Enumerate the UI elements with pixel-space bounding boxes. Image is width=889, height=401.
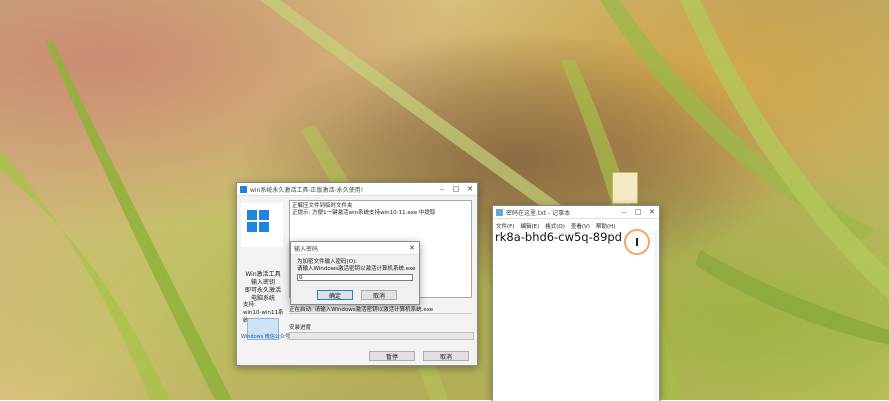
- install-progress-bar: [289, 332, 474, 340]
- log-line: 正解压文件到临时文件夹: [292, 203, 353, 209]
- menu-edit[interactable]: 编辑(E): [520, 222, 539, 230]
- windows-logo-icon: [241, 203, 283, 247]
- pause-button[interactable]: 暂停: [369, 351, 415, 361]
- close-icon[interactable]: ✕: [405, 242, 419, 254]
- progress-label: 安装进度: [289, 325, 312, 331]
- divider: [289, 313, 472, 314]
- close-icon[interactable]: ✕: [463, 183, 477, 195]
- desc-line2: 输入密钥: [250, 279, 275, 286]
- close-icon[interactable]: ✕: [645, 206, 659, 218]
- menu-help[interactable]: 帮助(H): [596, 222, 615, 230]
- desc-line1: Win激活工具: [245, 271, 281, 278]
- status-text: 正在启动: 请输入Windows激活密钥以激活计算机系统.exe: [289, 307, 434, 313]
- password-dialog: 输入密码 ✕ 为加密文件输入密码(O): 请输入Windows激活密钥以激活计算…: [290, 241, 420, 305]
- minimize-icon[interactable]: –: [435, 183, 449, 195]
- menu-format[interactable]: 格式(O): [545, 222, 565, 230]
- tool-sidebar: Win激活工具 输入密钥 即可永久激活 电脑系统 支持: win10-win11…: [239, 199, 285, 345]
- minimize-icon[interactable]: –: [617, 206, 631, 218]
- notepad-titlebar: 密码在这里.txt - 记事本 – □ ✕: [493, 206, 659, 219]
- dialog-prompt: 为加密文件输入密码(O): 请输入Windows激活密钥以激活计算机系统.exe: [297, 259, 416, 273]
- dialog-cancel-button[interactable]: 取消: [361, 290, 397, 300]
- text-cursor-icon: I: [624, 229, 650, 255]
- menu-file[interactable]: 文件(F): [496, 222, 514, 230]
- notepad-scrollbar[interactable]: [654, 230, 658, 400]
- notepad-icon: [496, 208, 503, 216]
- menu-view[interactable]: 查看(V): [571, 222, 590, 230]
- notepad-title: 密码在这里.txt - 记事本: [506, 209, 571, 217]
- ok-button[interactable]: 确定: [317, 290, 353, 300]
- maximize-icon[interactable]: □: [631, 206, 645, 218]
- prompt-line2: 请输入Windows激活密钥以激活计算机系统.exe: [297, 266, 416, 272]
- dialog-title: 输入密码: [294, 245, 319, 253]
- support-label: 支持:: [243, 302, 256, 308]
- prompt-line1: 为加密文件输入密码(O):: [297, 259, 357, 265]
- tool-titlebar: win系统永久激活工具-正版激活-永久使用! – □ ✕: [237, 183, 477, 196]
- app-icon: [240, 185, 247, 193]
- notepad-content[interactable]: rk8a-bhd6-cw5q-89pd: [495, 230, 622, 244]
- password-input[interactable]: 0: [297, 274, 413, 281]
- maximize-icon[interactable]: □: [449, 183, 463, 195]
- cancel-button[interactable]: 取消: [423, 351, 469, 361]
- desc-line3: 即可永久激活: [244, 287, 281, 294]
- folder-icon[interactable]: [612, 172, 638, 204]
- dialog-titlebar: 输入密码 ✕: [291, 242, 419, 255]
- tool-title: win系统永久激活工具-正版激活-永久使用!: [250, 186, 364, 194]
- log-line: 正提示: 方便1一键激活win系统支持win10-11.exe 中提取: [292, 210, 436, 216]
- footer-badge: Windows 微信公众号: [241, 334, 290, 340]
- tool-description: Win激活工具 输入密钥 即可永久激活 电脑系统: [241, 271, 285, 303]
